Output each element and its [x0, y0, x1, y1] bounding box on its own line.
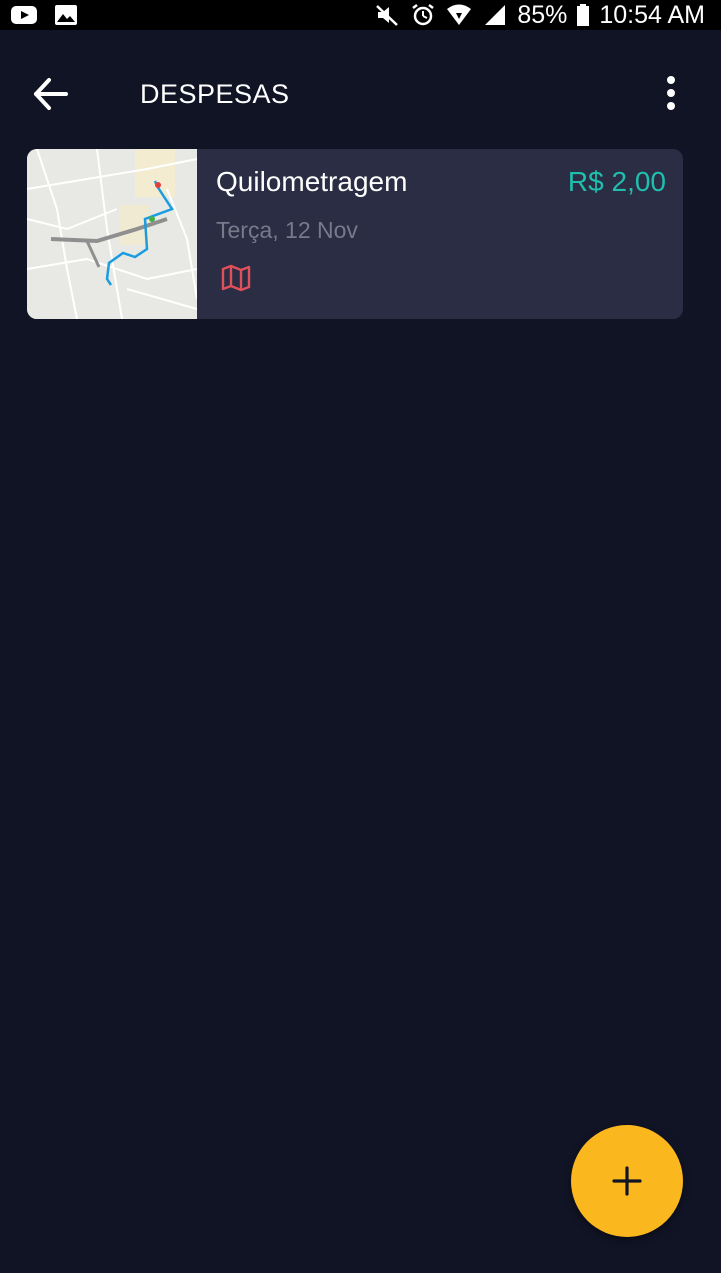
overflow-menu-button[interactable] — [661, 75, 681, 111]
map-icon — [221, 264, 251, 292]
battery-icon — [575, 3, 591, 27]
back-button[interactable] — [26, 72, 74, 116]
status-bar: 85% 10:54 AM — [0, 0, 721, 30]
add-expense-button[interactable] — [571, 1125, 683, 1237]
expense-date: Terça, 12 Nov — [216, 217, 358, 243]
arrow-back-icon — [34, 78, 68, 110]
image-icon — [52, 3, 80, 27]
status-bar-right: 85% 10:54 AM — [373, 0, 705, 30]
expenses-screen: 85% 10:54 AM DESPESAS Quilometragem R$ 2… — [0, 0, 721, 1273]
more-vert-icon — [667, 76, 675, 110]
alarm-icon — [409, 3, 437, 27]
plus-icon — [612, 1166, 642, 1196]
status-time: 10:54 AM — [599, 1, 705, 29]
mute-icon — [373, 3, 401, 27]
app-bar: DESPESAS — [0, 30, 721, 130]
youtube-icon — [10, 3, 38, 27]
signal-icon — [481, 3, 509, 27]
page-title: DESPESAS — [140, 79, 290, 109]
status-bar-left — [10, 2, 80, 28]
expense-card[interactable]: Quilometragem R$ 2,00 Terça, 12 Nov — [27, 149, 683, 319]
route-map-thumbnail — [27, 149, 197, 319]
battery-percent: 85% — [517, 1, 568, 29]
wifi-icon — [445, 3, 473, 27]
expense-amount: R$ 2,00 — [567, 166, 666, 197]
expense-title: Quilometragem — [216, 166, 408, 197]
